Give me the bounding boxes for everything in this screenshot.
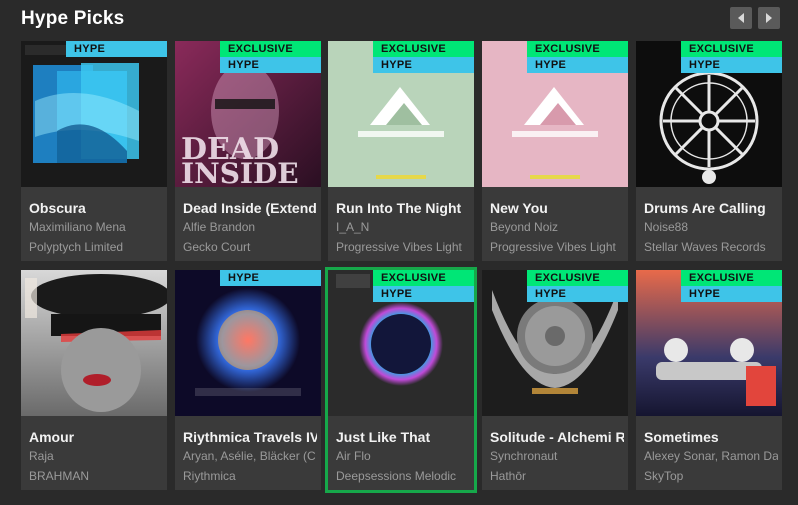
exclusive-badge: EXCLUSIVE <box>220 41 321 57</box>
track-artist[interactable]: Synchronaut <box>490 449 624 463</box>
track-title[interactable]: New You <box>490 200 624 216</box>
release-card-amour[interactable]: Amour Raja BRAHMAN <box>21 270 167 490</box>
release-card-riythmica-travels[interactable]: HYPE Riythmica Travels IV: Aryan, Asélie… <box>175 270 321 490</box>
prev-button[interactable] <box>730 7 752 29</box>
track-artist[interactable]: Maximiliano Mena <box>29 220 163 234</box>
exclusive-badge: EXCLUSIVE <box>373 41 474 57</box>
next-button[interactable] <box>758 7 780 29</box>
exclusive-badge: EXCLUSIVE <box>527 41 628 57</box>
chevron-left-icon <box>738 13 744 23</box>
hype-badge: HYPE <box>373 57 474 73</box>
track-label[interactable]: Progressive Vibes Light <box>336 240 470 254</box>
track-artist[interactable]: Noise88 <box>644 220 778 234</box>
hype-badge: HYPE <box>681 286 782 302</box>
track-label[interactable]: BRAHMAN <box>29 469 163 483</box>
hype-badge: HYPE <box>681 57 782 73</box>
track-label[interactable]: Deepsessions Melodic <box>336 469 470 483</box>
release-card-drums-are-calling[interactable]: EXCLUSIVE HYPE Drums Are Calling Noise88… <box>636 41 782 261</box>
exclusive-badge: EXCLUSIVE <box>373 270 474 286</box>
track-artist[interactable]: Air Flo <box>336 449 470 463</box>
hype-badge: HYPE <box>220 270 321 286</box>
track-label[interactable]: SkyTop <box>644 469 778 483</box>
release-card-obscura[interactable]: HYPE Obscura Maximiliano Mena Polyptych … <box>21 41 167 261</box>
track-title[interactable]: Sometimes <box>644 429 778 445</box>
release-card-just-like-that[interactable]: EXCLUSIVE HYPE Just Like That Air Flo De… <box>325 267 477 493</box>
track-label[interactable]: Riythmica <box>183 469 317 483</box>
chevron-right-icon <box>766 13 772 23</box>
release-card-sometimes[interactable]: EXCLUSIVE HYPE Sometimes Alexey Sonar, R… <box>636 270 782 490</box>
track-title[interactable]: Just Like That <box>336 429 470 445</box>
track-artist[interactable]: Aryan, Asélie, Bläcker (C <box>183 449 317 463</box>
section-title: Hype Picks <box>21 8 125 29</box>
track-label[interactable]: Hathōr <box>490 469 624 483</box>
track-title[interactable]: Dead Inside (Extended Mix) <box>183 200 317 216</box>
track-title[interactable]: Run Into The Night <box>336 200 470 216</box>
track-artist[interactable]: Raja <box>29 449 163 463</box>
hype-badge: HYPE <box>66 41 167 57</box>
release-card-solitude[interactable]: EXCLUSIVE HYPE Solitude - Alchemi R Sync… <box>482 270 628 490</box>
track-artist[interactable]: I_A_N <box>336 220 470 234</box>
track-label[interactable]: Stellar Waves Records <box>644 240 778 254</box>
track-label[interactable]: Gecko Court <box>183 240 317 254</box>
release-card-dead-inside[interactable]: DEAD INSIDE EXCLUSIVE HYPE Dead Inside (… <box>175 41 321 261</box>
cover-art <box>175 270 321 416</box>
release-card-new-you[interactable]: EXCLUSIVE HYPE New You Beyond Noiz Progr… <box>482 41 628 261</box>
section-header: Hype Picks <box>0 0 798 38</box>
hype-badge: HYPE <box>220 57 321 73</box>
hype-badge: HYPE <box>527 286 628 302</box>
track-title[interactable]: Drums Are Calling <box>644 200 778 216</box>
track-artist[interactable]: Alexey Sonar, Ramon Da <box>644 449 778 463</box>
track-title[interactable]: Solitude - Alchemi R <box>490 429 624 445</box>
release-card-run-into-the-night[interactable]: EXCLUSIVE HYPE Run Into The Night I_A_N … <box>328 41 474 261</box>
exclusive-badge: EXCLUSIVE <box>527 270 628 286</box>
svg-text:INSIDE: INSIDE <box>181 157 299 187</box>
exclusive-badge: EXCLUSIVE <box>681 41 782 57</box>
track-title[interactable]: Riythmica Travels IV: <box>183 429 317 445</box>
cover-art <box>21 41 167 187</box>
hype-badge: HYPE <box>373 286 474 302</box>
track-artist[interactable]: Alfie Brandon <box>183 220 317 234</box>
cover-art <box>21 270 167 416</box>
track-title[interactable]: Amour <box>29 429 163 445</box>
exclusive-badge: EXCLUSIVE <box>681 270 782 286</box>
track-label[interactable]: Polyptych Limited <box>29 240 163 254</box>
hype-badge: HYPE <box>527 57 628 73</box>
track-artist[interactable]: Beyond Noiz <box>490 220 624 234</box>
track-label[interactable]: Progressive Vibes Light <box>490 240 624 254</box>
track-title[interactable]: Obscura <box>29 200 163 216</box>
